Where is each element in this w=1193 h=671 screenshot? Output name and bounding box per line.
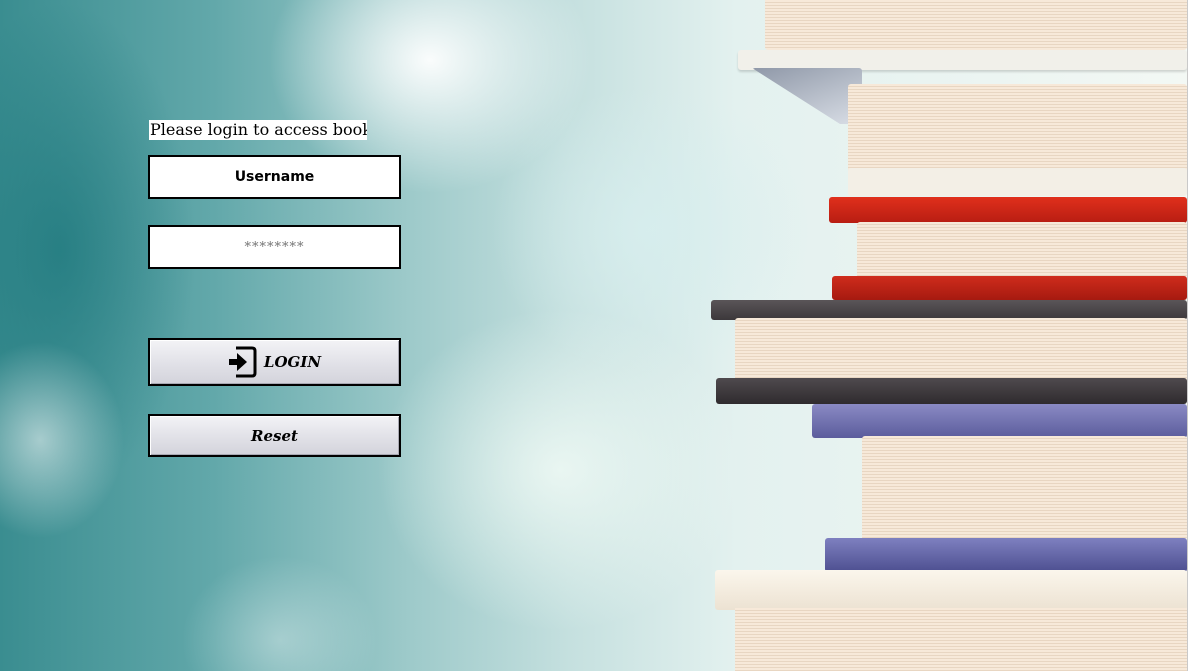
login-icon [228, 345, 258, 379]
login-button[interactable]: LOGIN [148, 338, 401, 386]
reset-button-label: Reset [251, 426, 298, 445]
reset-button[interactable]: Reset [148, 414, 401, 457]
window-right-edge [1187, 0, 1193, 671]
login-prompt-label: Please login to access books [149, 120, 367, 140]
username-field[interactable] [148, 155, 401, 199]
book-stack-image [0, 0, 1187, 671]
password-field[interactable] [148, 225, 401, 269]
login-button-label: LOGIN [263, 353, 322, 371]
